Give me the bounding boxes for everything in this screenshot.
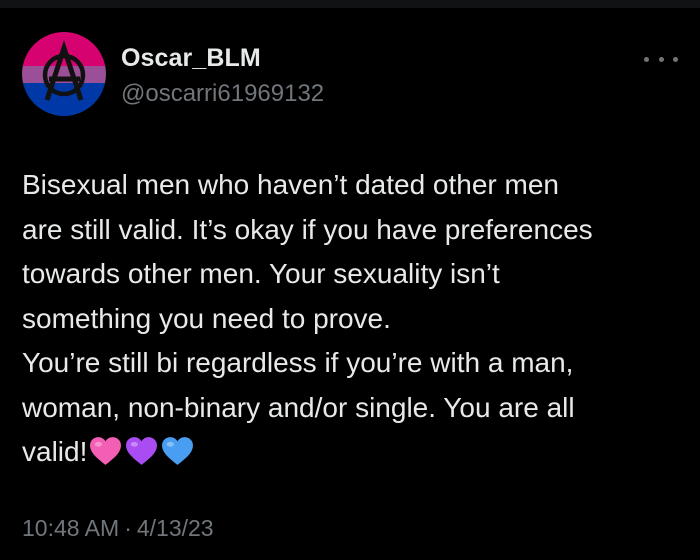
more-dot-icon (673, 56, 678, 62)
top-strip (0, 0, 700, 8)
more-options-button[interactable] (644, 48, 678, 70)
tweet-line: something you need to prove. (22, 302, 391, 334)
tweet-line: valid! (22, 436, 88, 467)
more-dot-icon (644, 56, 649, 62)
user-handle[interactable]: @oscarri61969132 (121, 80, 324, 108)
tweet-card: Oscar_BLM @oscarri61969132 Bisexual men … (0, 8, 700, 560)
tweet-line: Bisexual men who haven’t dated other men (22, 169, 559, 200)
display-name[interactable]: Oscar_BLM (121, 44, 261, 73)
tweet-text: Bisexual men who haven’t dated other men… (22, 163, 682, 480)
avatar[interactable] (22, 32, 106, 116)
blue-heart-icon (162, 437, 194, 465)
tweet-time: 10:48 AM (22, 515, 120, 541)
tweet-line: woman, non-binary and/or single. You are… (22, 391, 575, 423)
tweet-line: towards other men. Your sexuality isn’t (22, 258, 500, 289)
more-dot-icon (658, 56, 664, 62)
tweet-date: 4/13/23 (136, 515, 214, 541)
tweet-line: are still valid. It’s okay if you have p… (22, 213, 593, 245)
timestamp-separator: · (124, 515, 132, 541)
pink-heart-icon (90, 437, 122, 465)
heart-emojis (89, 435, 197, 480)
tweet-last-line: valid! (22, 430, 682, 480)
tweet-line: You’re still bi regardless if you’re wit… (22, 347, 574, 378)
bisexual-flag-anarchy-avatar-icon (22, 32, 106, 116)
purple-heart-icon (126, 437, 158, 465)
tweet-timestamp[interactable]: 10:48 AM · 4/13/23 (22, 515, 214, 542)
